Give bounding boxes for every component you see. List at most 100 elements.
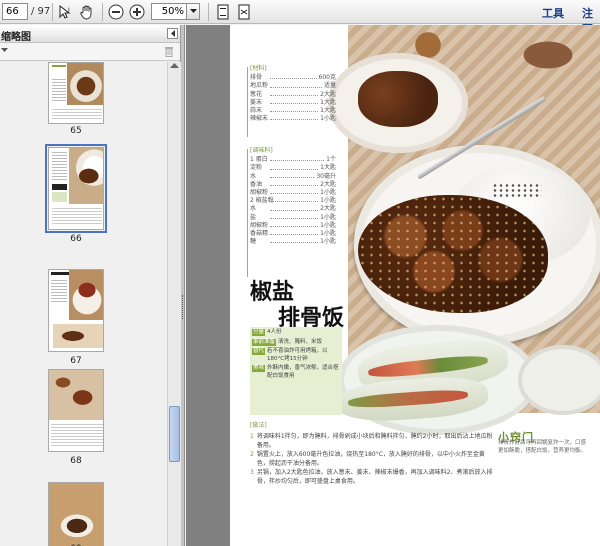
dot-leader [270, 189, 319, 195]
step-number: 3 [250, 469, 254, 476]
panel-header: 缩略图 [0, 25, 180, 43]
dot-leader [270, 173, 315, 178]
thumbnail-page-label: 68 [70, 456, 82, 466]
panel-toolbar [0, 43, 180, 61]
side-dish-plate [328, 53, 468, 153]
item-name: 淀粉 [250, 164, 263, 172]
item-qty: 2大匙 [320, 90, 336, 98]
dot-leader [270, 156, 325, 162]
item-name: 葱花 [250, 90, 263, 98]
item-name: 水 [250, 205, 257, 213]
zoom-out-icon [108, 4, 124, 20]
collapse-panel-button[interactable] [167, 28, 178, 39]
dot-leader [270, 74, 317, 80]
thumbnail-panel: 缩略图 65 66 67 68 [0, 25, 181, 546]
tools-menu[interactable]: 工具 [542, 5, 564, 21]
item-name: 盐 [250, 213, 257, 221]
ingredients-list: [材料] 排骨 600克 地瓜粉 适量 葱花 2大匙 姜末 1大匙 蒜末 1大匙 辣椒末 1小匙 [250, 65, 336, 123]
zoom-dropdown-button[interactable] [187, 3, 200, 20]
dot-leader [270, 222, 319, 228]
panel-title: 缩略图 [1, 32, 31, 43]
step-item: 3 另锅，加入2大匙色拉油，放入葱末、姜末、辣椒末爆香，再加入调味料2、煮滚后放入… [250, 468, 496, 486]
list-item: 辣椒末 1小匙 [250, 115, 336, 123]
page-thumbnail[interactable] [48, 369, 104, 452]
item-qty: 1大匙 [320, 107, 336, 115]
trash-icon[interactable] [164, 46, 174, 57]
main-plate [354, 145, 600, 345]
step-text: 将调味料1拌匀，即为腌料，排骨剁成小块后和腌料拌匀，腌约2小时，取出后沾上地瓜粉… [256, 433, 493, 449]
dot-leader [270, 238, 319, 244]
select-tool-button[interactable]: I [56, 3, 74, 21]
step-item: 2 锅置火上，放入600毫升色拉油，烧热至180°C，放入腌好的排骨，以中小火炸至… [250, 450, 496, 468]
fit-width-button[interactable] [235, 3, 253, 21]
dish-title-line1: 椒盐 [250, 279, 295, 305]
list-item: 糖 1小匙 [250, 238, 336, 246]
step-text: 另锅，加入2大匙色拉油，放入葱末、姜末、辣椒末爆香，再加入调味料2、煮滚后放入排… [256, 469, 493, 485]
list-item: 香菇精 1小匙 [250, 230, 336, 238]
item-name: 地瓜粉 [250, 82, 269, 90]
fit-page-button[interactable] [214, 3, 232, 21]
zoom-out-button[interactable] [107, 3, 125, 21]
item-qty: 1小匙 [320, 221, 336, 229]
dot-leader [270, 197, 319, 203]
item-name: 香菇精 [250, 230, 269, 238]
options-dropdown-icon[interactable] [1, 47, 8, 53]
scroll-up-icon[interactable] [170, 63, 179, 69]
panel-splitter[interactable] [181, 25, 185, 546]
info-row: 事前准备 清洗、腌料、米饭 [252, 338, 340, 347]
thumbnail-page-label: 67 [70, 356, 82, 366]
hand-icon [79, 5, 91, 19]
zoom-in-button[interactable] [128, 3, 146, 21]
page-thumbnail[interactable] [48, 482, 104, 546]
list-item: 淀粉 1大匙 [250, 164, 336, 172]
page-total: / 97 [31, 6, 51, 17]
item-qty: 2大匙 [320, 180, 336, 188]
hand-tool-button[interactable] [77, 3, 95, 21]
step-item: 1 将调味料1拌匀，即为腌料，排骨剁成小块后和腌料拌匀，腌约2小时，取出后沾上地瓜… [250, 432, 496, 450]
item-name: 胡椒粉 [250, 189, 269, 197]
info-tag: 美味 [252, 365, 266, 372]
zoom-level-input[interactable] [151, 3, 187, 20]
ingredients-bar [247, 67, 248, 137]
side-plate [518, 345, 600, 415]
item-name: 辣椒末 [250, 115, 269, 123]
info-text: 若不喜油炸可用烤箱，以180°C烤15分钟 [267, 348, 328, 362]
dot-leader [270, 214, 319, 219]
toolbar-separator [102, 3, 103, 21]
item-qty: 1小匙 [320, 230, 336, 238]
list-item: 水 2大匙 [250, 205, 336, 213]
chevron-down-icon [189, 9, 197, 13]
page-number-input[interactable] [2, 3, 28, 20]
fit-width-icon [238, 4, 250, 20]
scrollbar-thumb[interactable] [169, 406, 180, 462]
item-name: 姜末 [250, 98, 263, 106]
document-view[interactable]: [材料] 排骨 600克 地瓜粉 适量 葱花 2大匙 姜末 1大匙 蒜末 1大匙 辣椒末 1小匙 [调… [186, 25, 600, 546]
seasoning-bar [247, 149, 248, 277]
dot-leader [270, 181, 319, 187]
dot-leader [270, 115, 319, 121]
item-name: 蒜末 [250, 107, 263, 115]
seasoning-label: [调味料] [250, 147, 273, 154]
info-row: 美味 外酥内嫩，香气浓郁，适合搭配白饭食用 [252, 365, 340, 380]
dot-leader [270, 99, 319, 105]
list-item: 胡椒粉 1小匙 [250, 189, 336, 197]
list-item: 蒜末 1大匙 [250, 107, 336, 115]
dot-leader [270, 230, 319, 236]
info-row: 分量 4人份 [252, 329, 340, 337]
step-text: 锅置火上，放入600毫升色拉油，烧热至180°C，放入腌好的排骨，以中小火炸至金… [256, 451, 485, 467]
item-name: 胡椒粉 [250, 221, 269, 229]
page-thumbnail-selected[interactable] [45, 144, 107, 233]
page-thumbnail[interactable] [48, 62, 104, 124]
dot-leader [270, 205, 319, 211]
info-box: 分量 4人份 事前准备 清洗、腌料、米饭 替代 若不喜油炸可用烤箱，以180°C烤15分钟… [250, 327, 342, 415]
thumbnail-page-label: 65 [70, 126, 82, 136]
item-name: 香油 [250, 180, 263, 188]
info-text: 4人份 [267, 329, 282, 335]
thumbnail-scrollbar[interactable] [167, 62, 181, 546]
list-item: 胡椒粉 1小匙 [250, 222, 336, 230]
page-thumbnail[interactable] [48, 269, 104, 352]
document-page: [材料] 排骨 600克 地瓜粉 适量 葱花 2大匙 姜末 1大匙 蒜末 1大匙 辣椒末 1小匙 [调… [230, 25, 600, 546]
item-name: 水 [250, 172, 257, 180]
item-qty: 适量 [323, 82, 336, 90]
list-item: 水 30毫升 [250, 173, 336, 181]
